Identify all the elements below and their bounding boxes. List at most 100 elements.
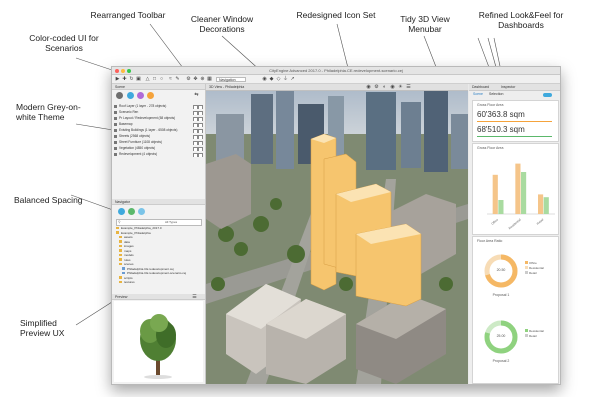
category-label: Office bbox=[490, 217, 499, 225]
navigator-online-icon[interactable] bbox=[138, 208, 145, 215]
chart-title: Gross Floor Area bbox=[477, 146, 504, 150]
bar bbox=[515, 163, 521, 214]
measure-icon[interactable]: ⏚ bbox=[283, 76, 288, 82]
dashboard-pane: Dashboard Inspector Scene Selection Gros… bbox=[469, 84, 560, 384]
navigation-combo[interactable]: Navigation bbox=[216, 76, 246, 82]
layer-row[interactable]: Basemap bbox=[114, 122, 203, 127]
layer-row[interactable]: Redevelopment (4 objects) bbox=[114, 152, 203, 157]
rotate-tool-icon[interactable]: ↻ bbox=[129, 76, 134, 82]
navigator-search[interactable]: ⚲ All Types bbox=[116, 219, 202, 226]
callout-theme: Modern Grey-on-white Theme bbox=[16, 102, 81, 122]
layer-label: Streets (2568 objects) bbox=[119, 134, 151, 138]
category-label: Retail bbox=[536, 217, 545, 225]
layer-row[interactable]: Roof Layer (1 layer - 278 objects) bbox=[114, 104, 203, 109]
far-card: Floor Area Ratio 20.50 Office Residentia… bbox=[472, 236, 559, 384]
layer-row[interactable]: Street Furniture (1108 objects) bbox=[114, 140, 203, 145]
callout-color-ui: Color-coded UI for Scenarios bbox=[29, 33, 99, 53]
scenario-3-button[interactable] bbox=[147, 92, 154, 99]
navigator-header: Navigator bbox=[112, 199, 205, 205]
proposal-2-label: Proposal 2 bbox=[492, 359, 510, 363]
preview-options-icon[interactable]: ☰ bbox=[192, 295, 197, 300]
layer-label: Vegetation (4850 objects) bbox=[119, 146, 156, 150]
layers-icon[interactable]: ☰ bbox=[406, 84, 411, 90]
callout-spacing: Balanced Spacing bbox=[14, 195, 83, 205]
bar bbox=[498, 200, 504, 214]
bar bbox=[521, 172, 527, 214]
left-pane: Scene ⇆ Roof Layer (1 layer - 278 object… bbox=[112, 84, 206, 384]
move-tool-icon[interactable]: ✚ bbox=[122, 76, 127, 82]
far-value-1: 20.50 bbox=[496, 268, 506, 272]
toggle-switch[interactable] bbox=[543, 93, 552, 97]
layer-row[interactable]: Pr Layout / Redevelopment (58 objects) bbox=[114, 116, 203, 121]
frame-tool-icon[interactable]: ▦ bbox=[207, 76, 212, 82]
city-scene bbox=[206, 84, 468, 384]
tree-item[interactable]: textures bbox=[119, 280, 205, 285]
scale-tool-icon[interactable]: ▣ bbox=[136, 76, 141, 82]
category-label: Residential bbox=[508, 217, 522, 230]
camera-bookmarks-icon[interactable]: ◉ bbox=[366, 84, 371, 90]
callout-preview: Simplified Preview UX bbox=[20, 318, 65, 338]
layer-row[interactable]: Existing Buildings (1 layer - 6508 objec… bbox=[114, 128, 203, 133]
orbit-tool-icon[interactable]: ⚙ bbox=[186, 76, 191, 82]
edit-rule-icon[interactable]: ◇ bbox=[276, 76, 281, 82]
window-title: CityEngine Advanced 2017.0 - Philadelphi… bbox=[269, 68, 403, 73]
scenario-default-button[interactable] bbox=[116, 92, 123, 99]
layer-row[interactable]: Streets (2568 objects) bbox=[114, 134, 203, 139]
gfa-bar-chart: Office Residential Retail bbox=[487, 163, 555, 230]
search-icon: ⚲ bbox=[118, 220, 121, 224]
tab-dashboard[interactable]: Dashboard bbox=[472, 84, 489, 90]
polygon-tool-icon[interactable]: △ bbox=[145, 76, 150, 82]
select-tool-icon[interactable]: ▶ bbox=[115, 76, 120, 82]
navigator-library-icon[interactable] bbox=[128, 208, 135, 215]
far-legend-2: Residential Retail bbox=[525, 329, 544, 339]
zoom-tool-icon[interactable]: ⊕ bbox=[200, 76, 205, 82]
layer-row[interactable]: Vegetation (4850 objects) bbox=[114, 146, 203, 151]
layer-row[interactable]: Scenario Ren bbox=[114, 110, 203, 115]
callout-dashboards: Refined Look&Feel for Dashboards bbox=[478, 10, 564, 30]
gfa-bar-1 bbox=[477, 121, 552, 122]
brush-tool-icon[interactable]: ✎ bbox=[175, 76, 180, 82]
export-icon[interactable]: ↗ bbox=[290, 76, 295, 82]
bar bbox=[543, 197, 549, 214]
callout-menubar: Tidy 3D View Menubar bbox=[400, 14, 450, 34]
scene-editor-header: Scene bbox=[112, 84, 205, 90]
3d-viewport[interactable]: 3D View - Philadelphia ◉ ⚙ ◐ ◉ ☀ ☰ bbox=[206, 84, 468, 384]
layer-label: Street Furniture (1108 objects) bbox=[119, 140, 162, 144]
rectangle-tool-icon[interactable]: □ bbox=[152, 76, 157, 82]
layer-label: Basemap bbox=[119, 122, 133, 126]
title-bar: CityEngine Advanced 2017.0 - Philadelphi… bbox=[112, 67, 560, 75]
viewport-tab[interactable]: 3D View - Philadelphia bbox=[209, 84, 244, 90]
bar bbox=[538, 194, 544, 214]
lighting-icon[interactable]: ☀ bbox=[398, 84, 403, 90]
gfa-bar-2 bbox=[477, 136, 552, 137]
viewport-header: 3D View - Philadelphia ◉ ⚙ ◐ ◉ ☀ ☰ bbox=[206, 84, 468, 91]
shading-icon[interactable]: ◐ bbox=[382, 84, 387, 90]
cleanup-icon[interactable]: ◆ bbox=[269, 76, 274, 82]
scenario-sync-icon[interactable]: ⇆ bbox=[194, 93, 199, 98]
tab-selection[interactable]: Selection bbox=[489, 92, 503, 97]
gfa-value-2: 68'510.3 sqm bbox=[477, 125, 525, 134]
generate-icon[interactable]: ◉ bbox=[262, 76, 267, 82]
type-filter[interactable]: All Types bbox=[165, 220, 177, 225]
far-value-2: 25.00 bbox=[496, 334, 506, 338]
scenario-2-button[interactable] bbox=[137, 92, 144, 99]
layer-label: Pr Layout / Redevelopment (58 objects) bbox=[119, 116, 176, 120]
app-window: CityEngine Advanced 2017.0 - Philadelphi… bbox=[111, 66, 561, 385]
dashboard-tabs: Scene Selection bbox=[469, 91, 560, 98]
bar bbox=[492, 174, 498, 214]
far-legend-1: Office Residential Retail bbox=[525, 261, 544, 276]
scenario-1-button[interactable] bbox=[127, 92, 134, 99]
callout-toolbar: Rearranged Toolbar bbox=[90, 10, 166, 20]
view-settings-icon[interactable]: ⚙ bbox=[374, 84, 379, 90]
circle-tool-icon[interactable]: ○ bbox=[159, 76, 164, 82]
tab-scene[interactable]: Scene bbox=[473, 92, 483, 97]
pan-tool-icon[interactable]: ✥ bbox=[193, 76, 198, 82]
street-tool-icon[interactable]: ≈ bbox=[168, 76, 173, 82]
tree-preview-image bbox=[140, 314, 176, 379]
callout-icon-set: Redesigned Icon Set bbox=[296, 10, 376, 20]
layer-label: Roof Layer (1 layer - 278 objects) bbox=[119, 104, 167, 108]
navigator-project-icon[interactable] bbox=[118, 208, 125, 215]
tab-inspector[interactable]: Inspector bbox=[501, 84, 515, 90]
layer-label: Scenario Ren bbox=[119, 110, 139, 114]
visibility-icon[interactable]: ◉ bbox=[390, 84, 395, 90]
